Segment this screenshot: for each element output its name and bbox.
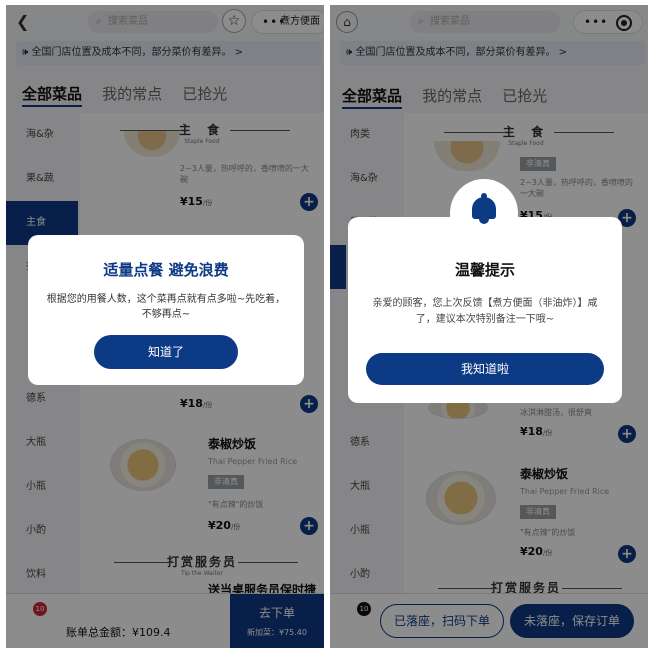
bell-icon <box>470 193 498 225</box>
feedback-reminder-dialog: 温馨提示 亲爱的顾客，您上次反馈【煮方便面（非油炸）】咸了，建议本次特别备注一下… <box>348 179 622 403</box>
dialog-body: 亲爱的顾客，您上次反馈【煮方便面（非油炸）】咸了，建议本次特别备注一下哦~ <box>372 298 598 325</box>
right-screen: ⌂ ⌕ 搜索菜品 ••• 🕪 全国门店位置及成本不同，部分菜价有差异。 > 全部… <box>330 5 648 648</box>
dialog-title: 适量点餐 避免浪费 <box>103 261 229 279</box>
got-it-button[interactable]: 知道了 <box>94 335 238 369</box>
portion-warning-dialog: 适量点餐 避免浪费 根据您的用餐人数，这个菜再点就有点多啦~先吃着，不够再点~ … <box>28 235 304 385</box>
left-screen: ❮ ⌕ 搜索菜品 ☆ ••• 煮方便面 🕪 全国门店位置及成本不同，部分菜价有差… <box>6 5 324 648</box>
dialog-body: 根据您的用餐人数，这个菜再点就有点多啦~先吃着，不够再点~ <box>46 294 286 320</box>
acknowledge-button[interactable]: 我知道啦 <box>366 353 604 385</box>
bell-badge <box>450 179 518 247</box>
dialog-title: 温馨提示 <box>454 261 515 279</box>
